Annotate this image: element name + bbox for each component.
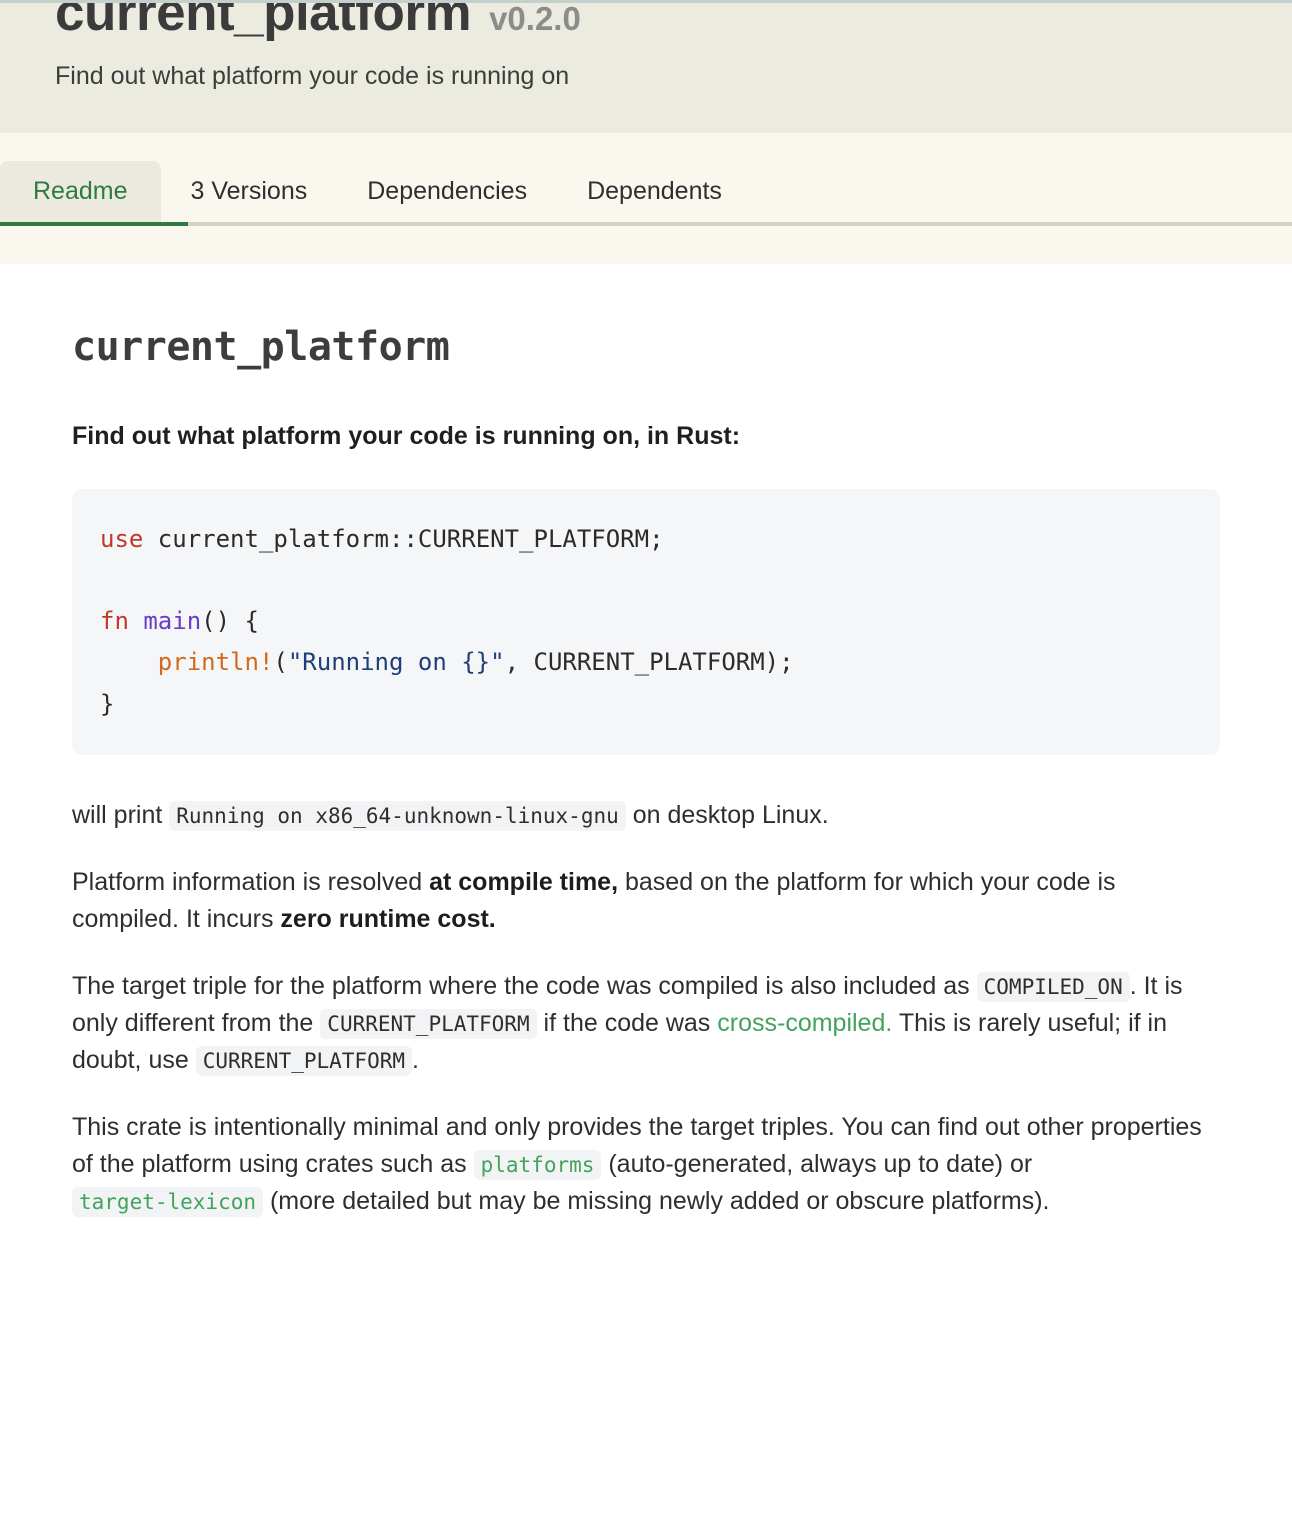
tab-bar-container: Readme 3 Versions Dependencies Dependent… xyxy=(0,133,1292,264)
crate-name: current_platform xyxy=(55,3,472,42)
inline-code-target-lexicon[interactable]: target-lexicon xyxy=(72,1186,264,1217)
readme-content: current_platform Find out what platform … xyxy=(72,324,1220,1220)
code-token-string: "Running on {}" xyxy=(287,648,505,677)
compile-time-bold2: zero runtime cost. xyxy=(280,904,496,933)
code-token-println: println! xyxy=(157,648,274,677)
inline-code-compiled-on: COMPILED_ON xyxy=(976,971,1130,1002)
code-token-use-path: current_platform::CURRENT_PLATFORM; xyxy=(143,524,664,553)
target-triple-seg3: if the code was xyxy=(543,1008,711,1037)
inline-code-current-platform-2: CURRENT_PLATFORM xyxy=(195,1045,413,1076)
will-print-prefix: will print xyxy=(72,800,163,829)
cross-compiled-link[interactable]: cross-compiled. xyxy=(717,1009,892,1037)
target-triple-seg1: The target triple for the platform where… xyxy=(72,971,970,1000)
rust-code-block: use current_platform::CURRENT_PLATFORM; … xyxy=(72,488,1220,755)
readme-card: current_platform Find out what platform … xyxy=(0,263,1292,1290)
tab-bar-spacer xyxy=(0,225,1292,264)
compile-time-seg1: Platform information is resolved xyxy=(72,867,430,896)
tab-dependents[interactable]: Dependents xyxy=(557,161,752,222)
code-token-use: use xyxy=(100,524,144,553)
crate-version: v0.2.0 xyxy=(489,3,581,37)
tab-underline-track xyxy=(0,221,1292,226)
will-print-suffix: on desktop Linux. xyxy=(632,800,829,829)
rust-code: use current_platform::CURRENT_PLATFORM; … xyxy=(100,519,1192,725)
code-token-fn: fn xyxy=(100,607,129,636)
code-token-args: , CURRENT_PLATFORM); xyxy=(504,648,794,677)
crate-description: Find out what platform your code is runn… xyxy=(55,61,570,90)
tab-dependencies[interactable]: Dependencies xyxy=(337,161,557,222)
code-token-close-brace: } xyxy=(100,689,115,718)
minimal-seg3: (more detailed but may be missing newly … xyxy=(269,1186,1050,1215)
crate-title-row: current_platform v0.2.0 xyxy=(0,3,1292,41)
readme-lead-paragraph: Find out what platform your code is runn… xyxy=(72,421,741,450)
inline-code-output: Running on x86_64-unknown-linux-gnu xyxy=(169,800,626,831)
page-root: current_platform v0.2.0 Find out what pl… xyxy=(0,0,1292,1290)
minimal-seg2: (auto-generated, always up to date) or xyxy=(608,1149,1033,1178)
tab-bar: Readme 3 Versions Dependencies Dependent… xyxy=(0,161,1292,222)
inline-code-current-platform-1: CURRENT_PLATFORM xyxy=(320,1008,537,1039)
code-token-indent xyxy=(100,648,158,676)
paragraph-minimal-crate: This crate is intentionally minimal and … xyxy=(72,1109,1220,1220)
tab-readme[interactable]: Readme xyxy=(0,161,161,222)
tab-versions[interactable]: 3 Versions xyxy=(161,161,338,222)
inline-code-platforms[interactable]: platforms xyxy=(473,1149,602,1180)
paragraph-will-print: will print Running on x86_64-unknown-lin… xyxy=(72,797,1220,834)
code-token-fn-rest: () { xyxy=(201,607,259,636)
code-token-main: main xyxy=(143,607,202,636)
code-token-paren: ( xyxy=(273,648,288,677)
target-triple-seg5: . xyxy=(412,1045,419,1074)
tab-active-indicator xyxy=(0,221,188,226)
compile-time-bold1: at compile time, xyxy=(429,867,619,896)
readme-heading: current_platform xyxy=(72,323,450,370)
crate-header: current_platform v0.2.0 Find out what pl… xyxy=(0,3,1292,133)
paragraph-compile-time: Platform information is resolved at comp… xyxy=(72,864,1220,938)
paragraph-target-triple: The target triple for the platform where… xyxy=(72,968,1220,1079)
